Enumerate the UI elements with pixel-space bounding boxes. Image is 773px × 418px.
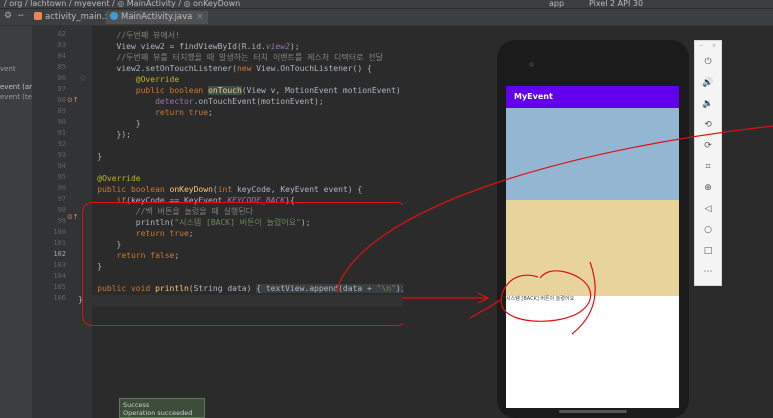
line-number: 95 — [57, 173, 66, 181]
line-number: 82 — [57, 30, 66, 38]
view2[interactable] — [506, 200, 679, 296]
line-number: 94 — [57, 162, 66, 170]
zoom-in-icon[interactable]: ⊕ — [695, 183, 721, 193]
more-icon[interactable]: ⋯ — [695, 267, 721, 277]
gear-icon[interactable]: ⚙ — [4, 11, 12, 21]
breadcrumb[interactable]: / org / lachtown / myevent / ◎ MainActiv… — [4, 0, 240, 8]
text-view-content: 시스템 [BACK] 버튼이 눌렸어요 — [506, 296, 575, 302]
line-number: 85 — [57, 63, 66, 71]
line-number: 101 — [53, 239, 66, 247]
line-number: 91 — [57, 129, 66, 137]
text-view — [506, 296, 679, 408]
override-marker-icon[interactable]: ⊙↑ — [67, 96, 79, 104]
rotate-right-icon[interactable]: ⟳ — [695, 141, 721, 151]
notification-message: Operation succeeded — [123, 409, 193, 417]
line-number: 87 — [57, 85, 66, 93]
line-number: 86 — [57, 74, 66, 82]
success-notification[interactable]: Success Operation succeeded — [119, 398, 205, 418]
home-icon[interactable]: ○ — [695, 225, 721, 235]
line-number: 104 — [53, 272, 66, 280]
editor-tab-bar: ⚙ − activity_main.xml× MainActivity.java… — [0, 9, 773, 26]
minimize-icon[interactable]: − — [699, 43, 703, 49]
volume-up-icon[interactable]: 🔊 — [695, 78, 721, 88]
project-panel: vent event (and event (test — [0, 26, 32, 418]
tab-label: MainActivity.java — [121, 12, 193, 22]
camera-icon[interactable]: ⌗ — [695, 162, 721, 172]
line-number: 89 — [57, 107, 66, 115]
project-tree-item[interactable]: vent — [0, 64, 32, 74]
line-number: 100 — [53, 228, 66, 236]
project-tree-item[interactable]: event (test — [0, 92, 32, 102]
close-icon[interactable]: × — [712, 43, 716, 49]
line-number: 93 — [57, 151, 66, 159]
app-title: MyEvent — [506, 86, 679, 108]
line-number: 99 — [57, 217, 66, 225]
line-number: 103 — [53, 261, 66, 269]
camera-icon — [529, 62, 534, 67]
line-number: 102 — [53, 250, 66, 258]
line-number: 96 — [57, 184, 66, 192]
line-number: 84 — [57, 52, 66, 60]
line-number: 97 — [57, 195, 66, 203]
line-number: 83 — [57, 41, 66, 49]
line-number: 106 — [53, 294, 66, 302]
device-select[interactable]: Pixel 2 API 30 — [589, 0, 643, 8]
rotate-left-icon[interactable]: ⟲ — [695, 120, 721, 130]
line-number: 92 — [57, 140, 66, 148]
notification-title: Success — [123, 401, 150, 409]
xml-file-icon — [34, 12, 42, 20]
line-number: 98 — [57, 206, 66, 214]
power-icon[interactable]: ⏻ — [695, 57, 721, 67]
minimize-icon[interactable]: − — [17, 11, 25, 21]
java-class-icon — [110, 12, 118, 20]
back-icon[interactable]: ◁ — [695, 204, 721, 214]
overview-icon[interactable]: □ — [695, 246, 721, 256]
line-number: 105 — [53, 283, 66, 291]
red-annotation-box — [82, 202, 407, 326]
close-icon[interactable]: × — [196, 12, 203, 22]
tab-mainactivity-java[interactable]: MainActivity.java × — [106, 11, 208, 24]
emulator-screen[interactable]: MyEvent 시스템 [BACK] 버튼이 눌렸어요 — [506, 86, 679, 408]
editor-background — [403, 26, 503, 418]
view1[interactable] — [506, 108, 679, 200]
run-config-select[interactable]: app — [549, 0, 564, 8]
line-number: 88 — [57, 96, 66, 104]
volume-down-icon[interactable]: 🔉 — [695, 99, 721, 109]
override-marker-icon[interactable]: ⊙↑ — [67, 213, 79, 221]
line-number: 90 — [57, 118, 66, 126]
emulator-controls-panel: − × ⏻ 🔊 🔉 ⟲ ⟳ ⌗ ⊕ ◁ ○ □ ⋯ — [694, 40, 722, 286]
home-indicator — [559, 410, 627, 413]
project-tree-item[interactable]: event (and — [0, 82, 32, 92]
navigation-bar: / org / lachtown / myevent / ◎ MainActiv… — [0, 0, 773, 8]
